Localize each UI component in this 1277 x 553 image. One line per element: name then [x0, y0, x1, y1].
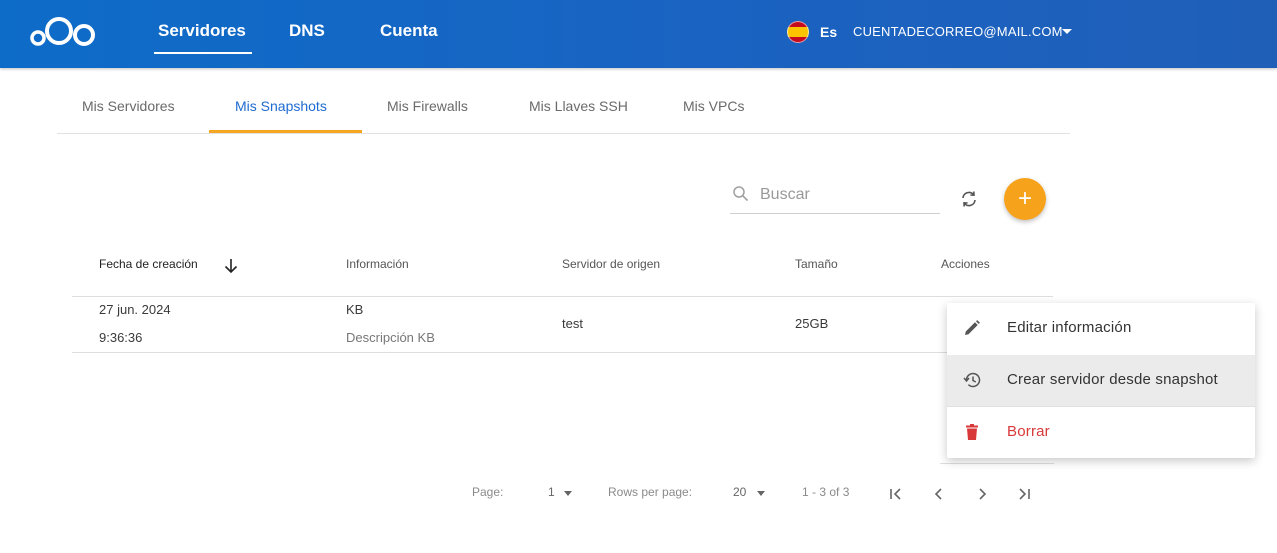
search-icon — [733, 186, 749, 202]
pencil-icon — [965, 320, 980, 335]
refresh-button[interactable] — [958, 188, 980, 210]
footer-divider — [940, 463, 1054, 464]
actions-context-menu: Editar información Crear servidor desde … — [947, 303, 1255, 458]
pagination-range: 1 - 3 of 3 — [802, 485, 850, 499]
arrow-down-sort-icon[interactable] — [222, 257, 240, 275]
trash-icon — [966, 424, 978, 440]
menu-item-borrar[interactable]: Borrar — [947, 407, 1255, 458]
column-header-servidor-origen: Servidor de origen — [562, 257, 661, 271]
tab-mis-snapshots[interactable]: Mis Snapshots — [235, 98, 327, 114]
logo[interactable] — [30, 13, 100, 54]
page-label: Page: — [472, 485, 504, 499]
subtabs-bar: Mis Servidores Mis Snapshots Mis Firewal… — [57, 78, 1070, 134]
account-email[interactable]: CUENTADECORREO@MAIL.COM — [853, 24, 1063, 39]
previous-page-icon[interactable] — [930, 485, 948, 503]
row-time: 9:36:36 — [99, 330, 143, 345]
row-divider — [72, 352, 947, 353]
restore-history-icon — [963, 372, 981, 388]
top-header: Servidores DNS Cuenta Es CUENTADECORREO@… — [0, 0, 1277, 68]
tab-mis-vpcs[interactable]: Mis VPCs — [683, 98, 744, 114]
tab-mis-llaves-ssh[interactable]: Mis Llaves SSH — [529, 98, 628, 114]
rows-per-page-label: Rows per page: — [608, 485, 693, 499]
page-caret-down-icon[interactable] — [564, 491, 572, 496]
menu-item-editar[interactable]: Editar información — [947, 303, 1255, 354]
logo-icon — [30, 17, 95, 46]
menu-item-crear-servidor[interactable]: Crear servidor desde snapshot — [947, 355, 1255, 406]
active-tab-indicator — [209, 130, 362, 133]
nav-servidores[interactable]: Servidores — [154, 21, 252, 54]
last-page-icon[interactable] — [1015, 485, 1033, 503]
row-date: 27 jun. 2024 — [99, 302, 171, 317]
language-code[interactable]: Es — [820, 24, 837, 40]
refresh-icon — [962, 191, 976, 207]
add-snapshot-button[interactable]: + — [1004, 178, 1046, 220]
row-size: 25GB — [795, 316, 829, 331]
row-origin-server: test — [562, 316, 583, 331]
menu-label-editar: Editar información — [1007, 319, 1132, 336]
search-field[interactable] — [730, 180, 940, 214]
tab-mis-firewalls[interactable]: Mis Firewalls — [387, 98, 468, 114]
column-header-informacion: Información — [346, 257, 409, 271]
spain-flag-icon[interactable] — [787, 21, 809, 43]
column-header-fecha[interactable]: Fecha de creación — [99, 257, 198, 271]
next-page-icon[interactable] — [973, 485, 991, 503]
row-info-title: KB — [346, 302, 364, 317]
menu-label-borrar: Borrar — [1007, 423, 1050, 440]
menu-label-crear-servidor: Crear servidor desde snapshot — [1007, 371, 1218, 388]
first-page-icon[interactable] — [887, 485, 905, 503]
header-divider — [72, 296, 1053, 297]
rows-per-page-select[interactable]: 20 — [733, 485, 746, 499]
row-info-description: Descripción KB — [346, 330, 435, 345]
nav-dns[interactable]: DNS — [289, 21, 325, 41]
column-header-tamano: Tamaño — [795, 257, 838, 271]
nav-cuenta[interactable]: Cuenta — [380, 21, 438, 41]
rows-caret-down-icon[interactable] — [757, 491, 765, 496]
column-header-acciones: Acciones — [941, 257, 990, 271]
caret-down-icon[interactable] — [1062, 29, 1072, 34]
page-select[interactable]: 1 — [548, 485, 555, 499]
search-input[interactable] — [760, 183, 935, 207]
tab-mis-servidores[interactable]: Mis Servidores — [82, 98, 175, 114]
